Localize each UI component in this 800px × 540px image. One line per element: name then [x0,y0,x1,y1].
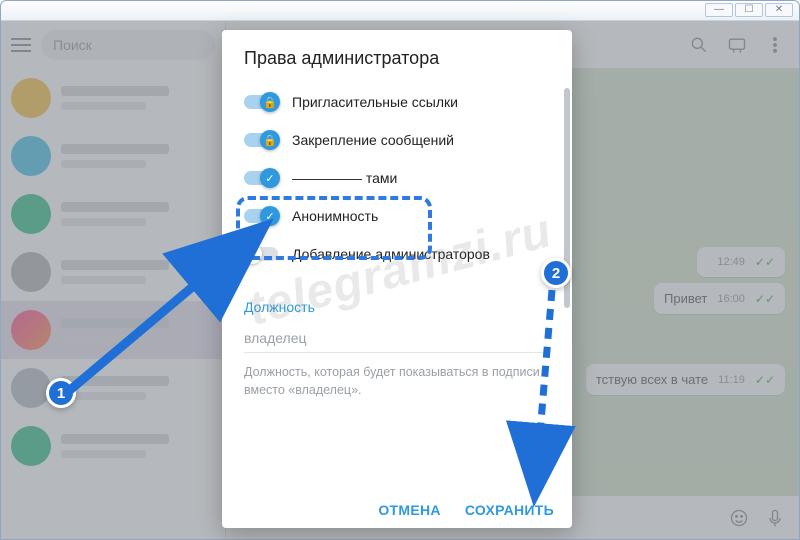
annotation-badge-1: 1 [46,378,76,408]
toggle[interactable]: ✓ [244,171,278,185]
perm-pin-messages[interactable]: 🔒 Закрепление сообщений [244,121,550,159]
annotation-badge-2: 2 [541,258,571,288]
toggle[interactable]: 🔒 [244,133,278,147]
perm-invite-links[interactable]: 🔒 Пригласительные ссылки [244,83,550,121]
save-button[interactable]: СОХРАНИТЬ [465,502,554,518]
window-maximize-button[interactable]: ☐ [735,3,763,17]
modal-title: Права администратора [222,30,572,83]
window-titlebar: — ☐ ✕ [1,1,799,21]
hint-text: Должность, которая будет показываться в … [222,353,572,399]
perm-manage[interactable]: ✓ ————— тами [244,159,550,197]
perm-label: ————— тами [292,170,397,186]
perm-label: Закрепление сообщений [292,132,454,148]
perm-label: Пригласительные ссылки [292,94,458,110]
toggle[interactable]: 🔒 [244,95,278,109]
window-close-button[interactable]: ✕ [765,3,793,17]
cancel-button[interactable]: ОТМЕНА [378,502,440,518]
window-minimize-button[interactable]: — [705,3,733,17]
